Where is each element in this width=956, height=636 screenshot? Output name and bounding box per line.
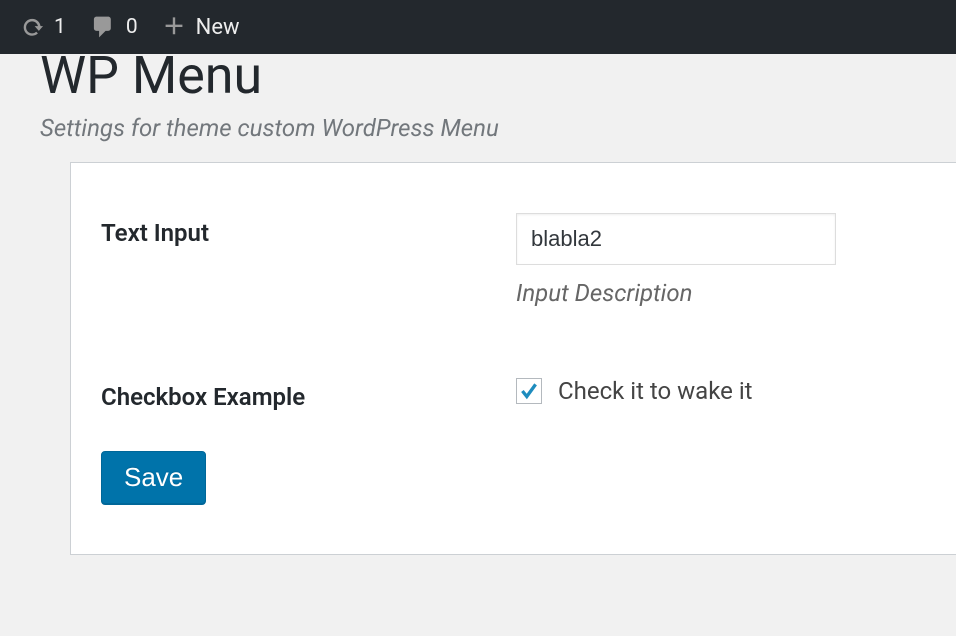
settings-panel: Text Input Input Description Checkbox Ex… bbox=[70, 162, 956, 555]
form-row-text-input: Text Input Input Description bbox=[101, 213, 926, 307]
save-button[interactable]: Save bbox=[101, 451, 206, 504]
updates-icon bbox=[20, 15, 44, 39]
form-row-checkbox: Checkbox Example Check it to wake it bbox=[101, 377, 926, 411]
checkbox-option-label: Check it to wake it bbox=[558, 377, 753, 405]
plus-icon bbox=[162, 15, 186, 39]
text-input-description: Input Description bbox=[516, 279, 926, 307]
text-input-field[interactable] bbox=[516, 213, 836, 265]
page-title: WP Menu bbox=[40, 50, 956, 102]
text-input-label: Text Input bbox=[101, 213, 516, 247]
checkbox-row: Check it to wake it bbox=[516, 377, 926, 405]
checkbox-control: Check it to wake it bbox=[516, 377, 926, 405]
comments-count: 0 bbox=[126, 15, 138, 39]
text-input-control: Input Description bbox=[516, 213, 926, 307]
updates-count: 1 bbox=[54, 15, 66, 39]
main-content: WP Menu Settings for theme custom WordPr… bbox=[0, 50, 956, 555]
comment-icon bbox=[90, 14, 116, 40]
page-subtitle: Settings for theme custom WordPress Menu bbox=[40, 114, 956, 142]
new-label: New bbox=[196, 15, 240, 40]
checkbox-input[interactable] bbox=[516, 378, 542, 404]
checkmark-icon bbox=[518, 380, 540, 402]
checkbox-label: Checkbox Example bbox=[101, 377, 516, 411]
